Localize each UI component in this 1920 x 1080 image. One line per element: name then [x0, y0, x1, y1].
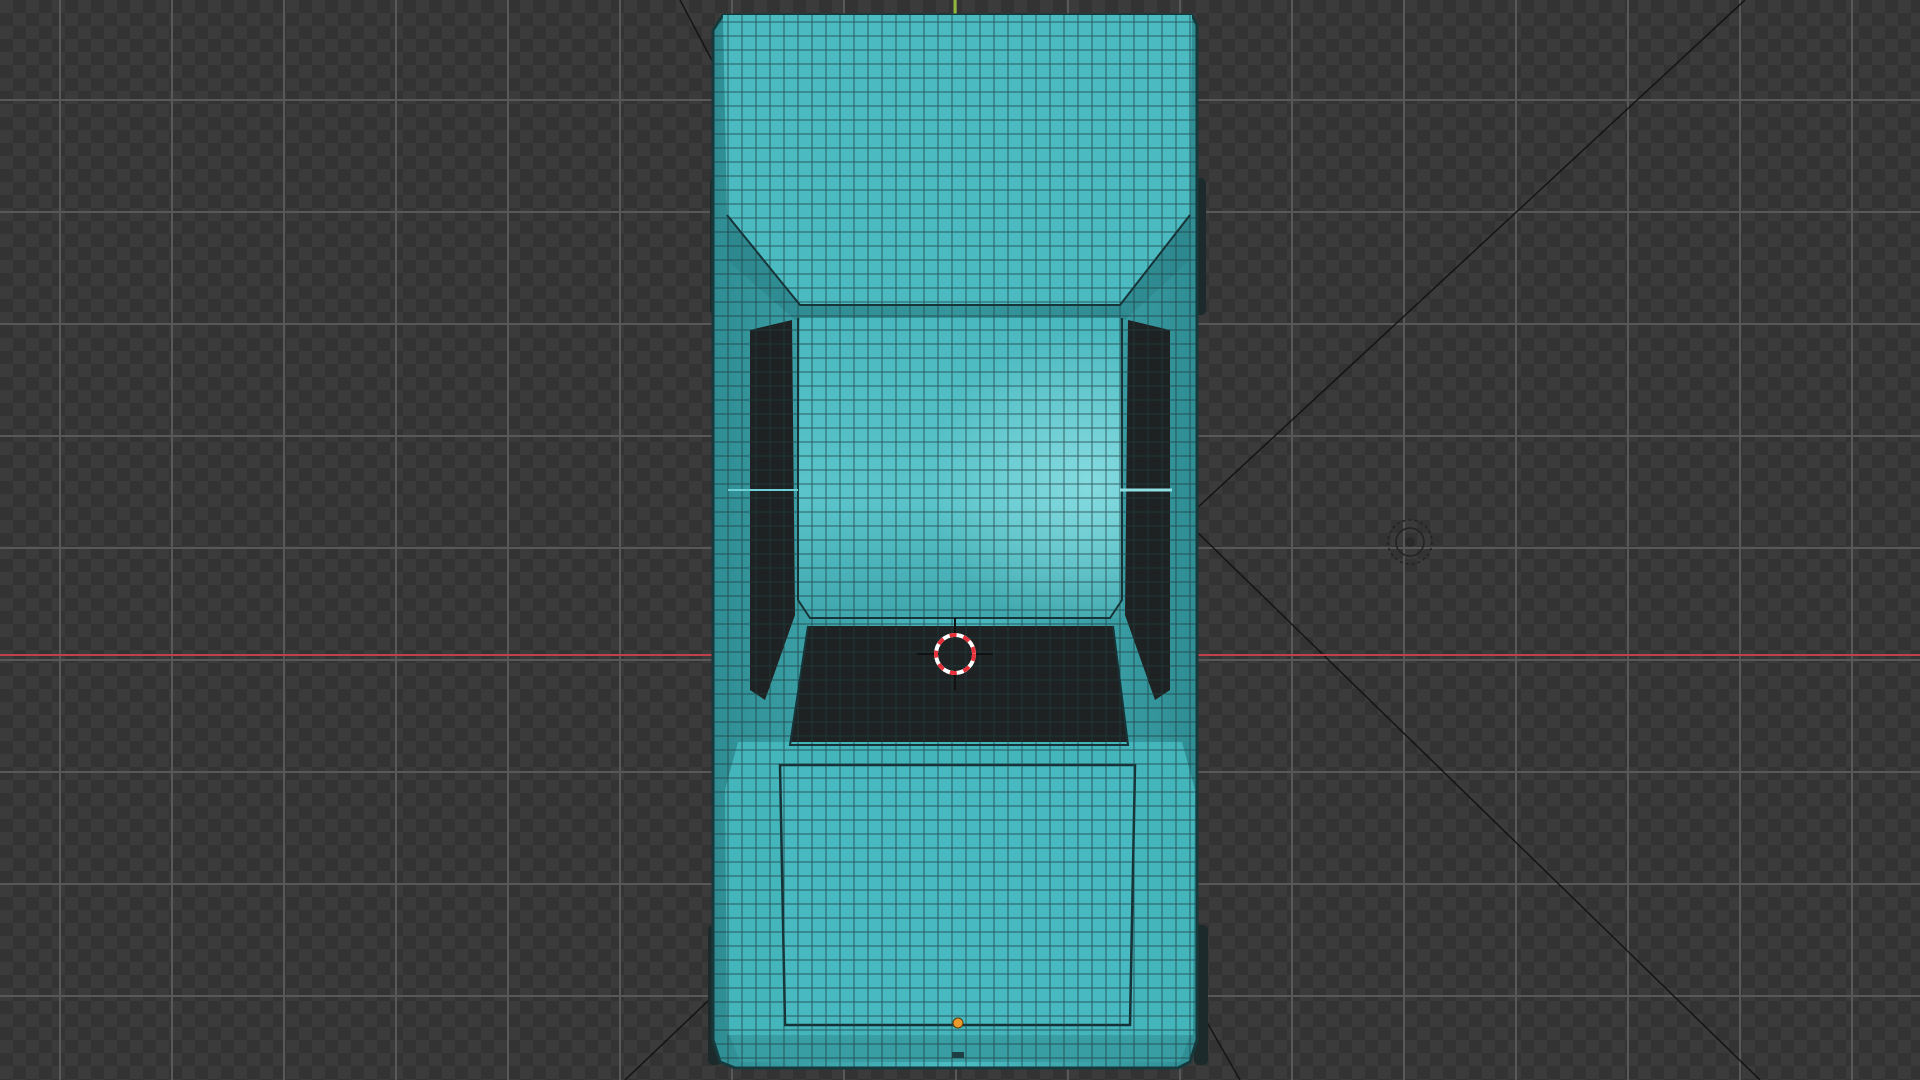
light-object-icon[interactable] — [1387, 519, 1433, 565]
mesh-pivot-marker — [952, 1052, 964, 1058]
car-body-mesh[interactable] — [711, 13, 1199, 1070]
viewport-scene[interactable] — [0, 0, 1920, 1080]
hood-panel — [723, 15, 1192, 305]
object-origin-icon[interactable] — [952, 1017, 964, 1029]
trunk-lid — [778, 763, 1137, 1027]
roof-highlight — [800, 318, 1122, 618]
rear-window — [790, 626, 1128, 745]
3d-viewport[interactable] — [0, 0, 1920, 1080]
